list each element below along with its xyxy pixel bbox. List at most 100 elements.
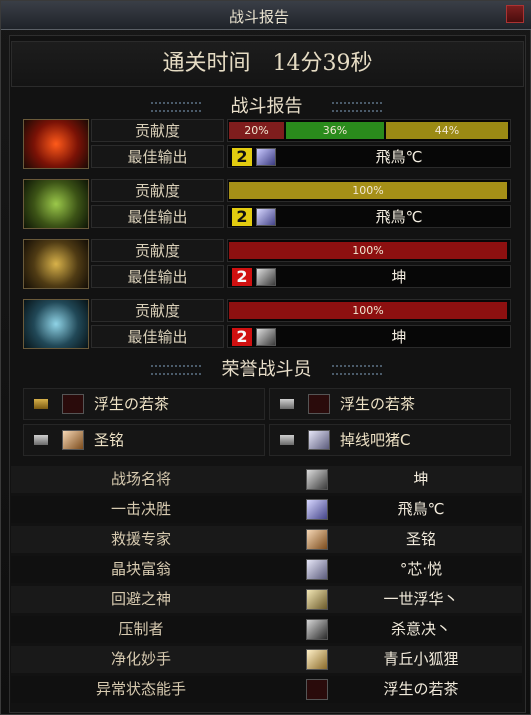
award-player: °芯·悦	[399, 560, 443, 578]
boss-portrait-icon	[23, 119, 89, 169]
ornament-left-icon	[151, 102, 201, 112]
award-player: 浮生の若茶	[383, 680, 459, 698]
boss-portrait-icon	[23, 179, 89, 229]
rank-badge: 2	[232, 208, 252, 226]
ornament-left-icon	[151, 365, 201, 375]
award-player: 杀意决丶	[390, 620, 451, 638]
award-title: 战场名将	[110, 470, 171, 488]
team-row: 贡献度 100% 最佳输出 2 坤	[23, 239, 511, 289]
player-avatar	[306, 469, 328, 490]
best-output-player: 飛鳥℃	[375, 148, 423, 166]
honor-player-name: 浮生の若茶	[340, 395, 416, 413]
contribution-bar: 100%	[227, 239, 511, 262]
battle-report-section-title: 战斗报告	[1, 92, 531, 118]
boss-portrait-icon	[23, 299, 89, 349]
player-avatar	[256, 268, 276, 286]
window-titlebar: 战斗报告	[1, 1, 531, 30]
award-player: 青丘小狐狸	[383, 650, 459, 668]
player-avatar	[256, 208, 276, 226]
boss-portrait-icon	[23, 239, 89, 289]
player-avatar	[62, 394, 84, 414]
award-player: 坤	[413, 470, 429, 488]
award-row: 压制者 杀意决丶	[11, 616, 522, 643]
contribution-label: 贡献度	[91, 119, 224, 142]
player-avatar	[62, 430, 84, 450]
close-icon[interactable]	[506, 5, 524, 23]
award-row: 异常状态能手 浮生の若茶	[11, 676, 522, 703]
best-output: 2 飛鳥℃	[227, 145, 511, 168]
award-title: 异常状态能手	[95, 680, 186, 698]
player-avatar	[306, 679, 328, 700]
player-avatar	[306, 499, 328, 520]
rank-badge: 2	[232, 148, 252, 166]
contribution-segment: 36%	[286, 122, 384, 139]
contribution-label: 贡献度	[91, 299, 224, 322]
contribution-segment: 100%	[229, 182, 507, 199]
player-avatar	[306, 589, 328, 610]
crown-icon	[34, 435, 48, 445]
honor-player-name: 掉线吧猪C	[340, 431, 411, 449]
contribution-bar: 100%	[227, 299, 511, 322]
team-row: 贡献度 100% 最佳输出 2 飛鳥℃	[23, 179, 511, 229]
award-row: 回避之神 一世浮华丶	[11, 586, 522, 613]
best-output-label: 最佳输出	[91, 325, 224, 348]
contribution-segment: 100%	[229, 302, 507, 319]
best-output-label: 最佳输出	[91, 265, 224, 288]
best-output: 2 飛鳥℃	[227, 205, 511, 228]
rank-badge: 2	[232, 328, 252, 346]
crown-icon	[280, 399, 294, 409]
honor-player[interactable]: 圣铭	[23, 424, 265, 456]
award-row: 净化妙手 青丘小狐狸	[11, 646, 522, 673]
crown-icon	[34, 399, 48, 409]
honor-player[interactable]: 浮生の若茶	[23, 388, 265, 420]
award-row: 战场名将 坤	[11, 466, 522, 493]
contribution-label: 贡献度	[91, 179, 224, 202]
award-player: 圣铭	[405, 530, 436, 548]
rank-badge: 2	[232, 268, 252, 286]
honor-heading: 荣誉战斗员	[221, 359, 312, 380]
honor-grid: 浮生の若茶 浮生の若茶 圣铭 掉线吧猪C	[23, 386, 511, 456]
best-output: 2 坤	[227, 325, 511, 348]
player-avatar	[306, 649, 328, 670]
award-row: 一击决胜 飛鳥℃	[11, 496, 522, 523]
contribution-segment: 100%	[229, 242, 507, 259]
battle-report-heading: 战斗报告	[230, 96, 303, 117]
best-output: 2 坤	[227, 265, 511, 288]
honor-section-title: 荣誉战斗员	[1, 355, 531, 381]
honor-player[interactable]: 掉线吧猪C	[269, 424, 511, 456]
player-avatar	[256, 148, 276, 166]
best-output-label: 最佳输出	[91, 205, 224, 228]
ornament-right-icon	[332, 365, 382, 375]
ornament-right-icon	[332, 102, 382, 112]
contribution-segment: 20%	[229, 122, 284, 139]
clear-time: 通关时间 14分39秒	[11, 41, 524, 87]
honor-player-name: 浮生の若茶	[94, 395, 170, 413]
contribution-label: 贡献度	[91, 239, 224, 262]
award-title: 压制者	[118, 620, 164, 638]
award-title: 救援专家	[110, 530, 171, 548]
player-avatar	[308, 394, 330, 414]
contribution-bar: 20% 36% 44%	[227, 119, 511, 142]
best-output-player: 坤	[391, 328, 407, 346]
award-row: 晶块富翁 °芯·悦	[11, 556, 522, 583]
battle-report-window: 战斗报告 通关时间 14分39秒 战斗报告 贡献度 20% 36% 44% 最佳…	[0, 0, 531, 715]
award-title: 回避之神	[110, 590, 171, 608]
honor-player[interactable]: 浮生の若茶	[269, 388, 511, 420]
award-player: 一世浮华丶	[383, 590, 459, 608]
best-output-player: 飛鳥℃	[375, 208, 423, 226]
award-title: 一击决胜	[110, 500, 171, 518]
player-avatar	[256, 328, 276, 346]
honor-player-name: 圣铭	[94, 431, 125, 449]
player-avatar	[306, 529, 328, 550]
player-avatar	[308, 430, 330, 450]
best-output-label: 最佳输出	[91, 145, 224, 168]
player-avatar	[306, 559, 328, 580]
team-row: 贡献度 100% 最佳输出 2 坤	[23, 299, 511, 349]
contribution-segment: 44%	[386, 122, 508, 139]
award-title: 净化妙手	[110, 650, 171, 668]
contribution-bar: 100%	[227, 179, 511, 202]
award-player: 飛鳥℃	[397, 500, 445, 518]
team-row: 贡献度 20% 36% 44% 最佳输出 2 飛鳥℃	[23, 119, 511, 169]
player-avatar	[306, 619, 328, 640]
crown-icon	[280, 435, 294, 445]
